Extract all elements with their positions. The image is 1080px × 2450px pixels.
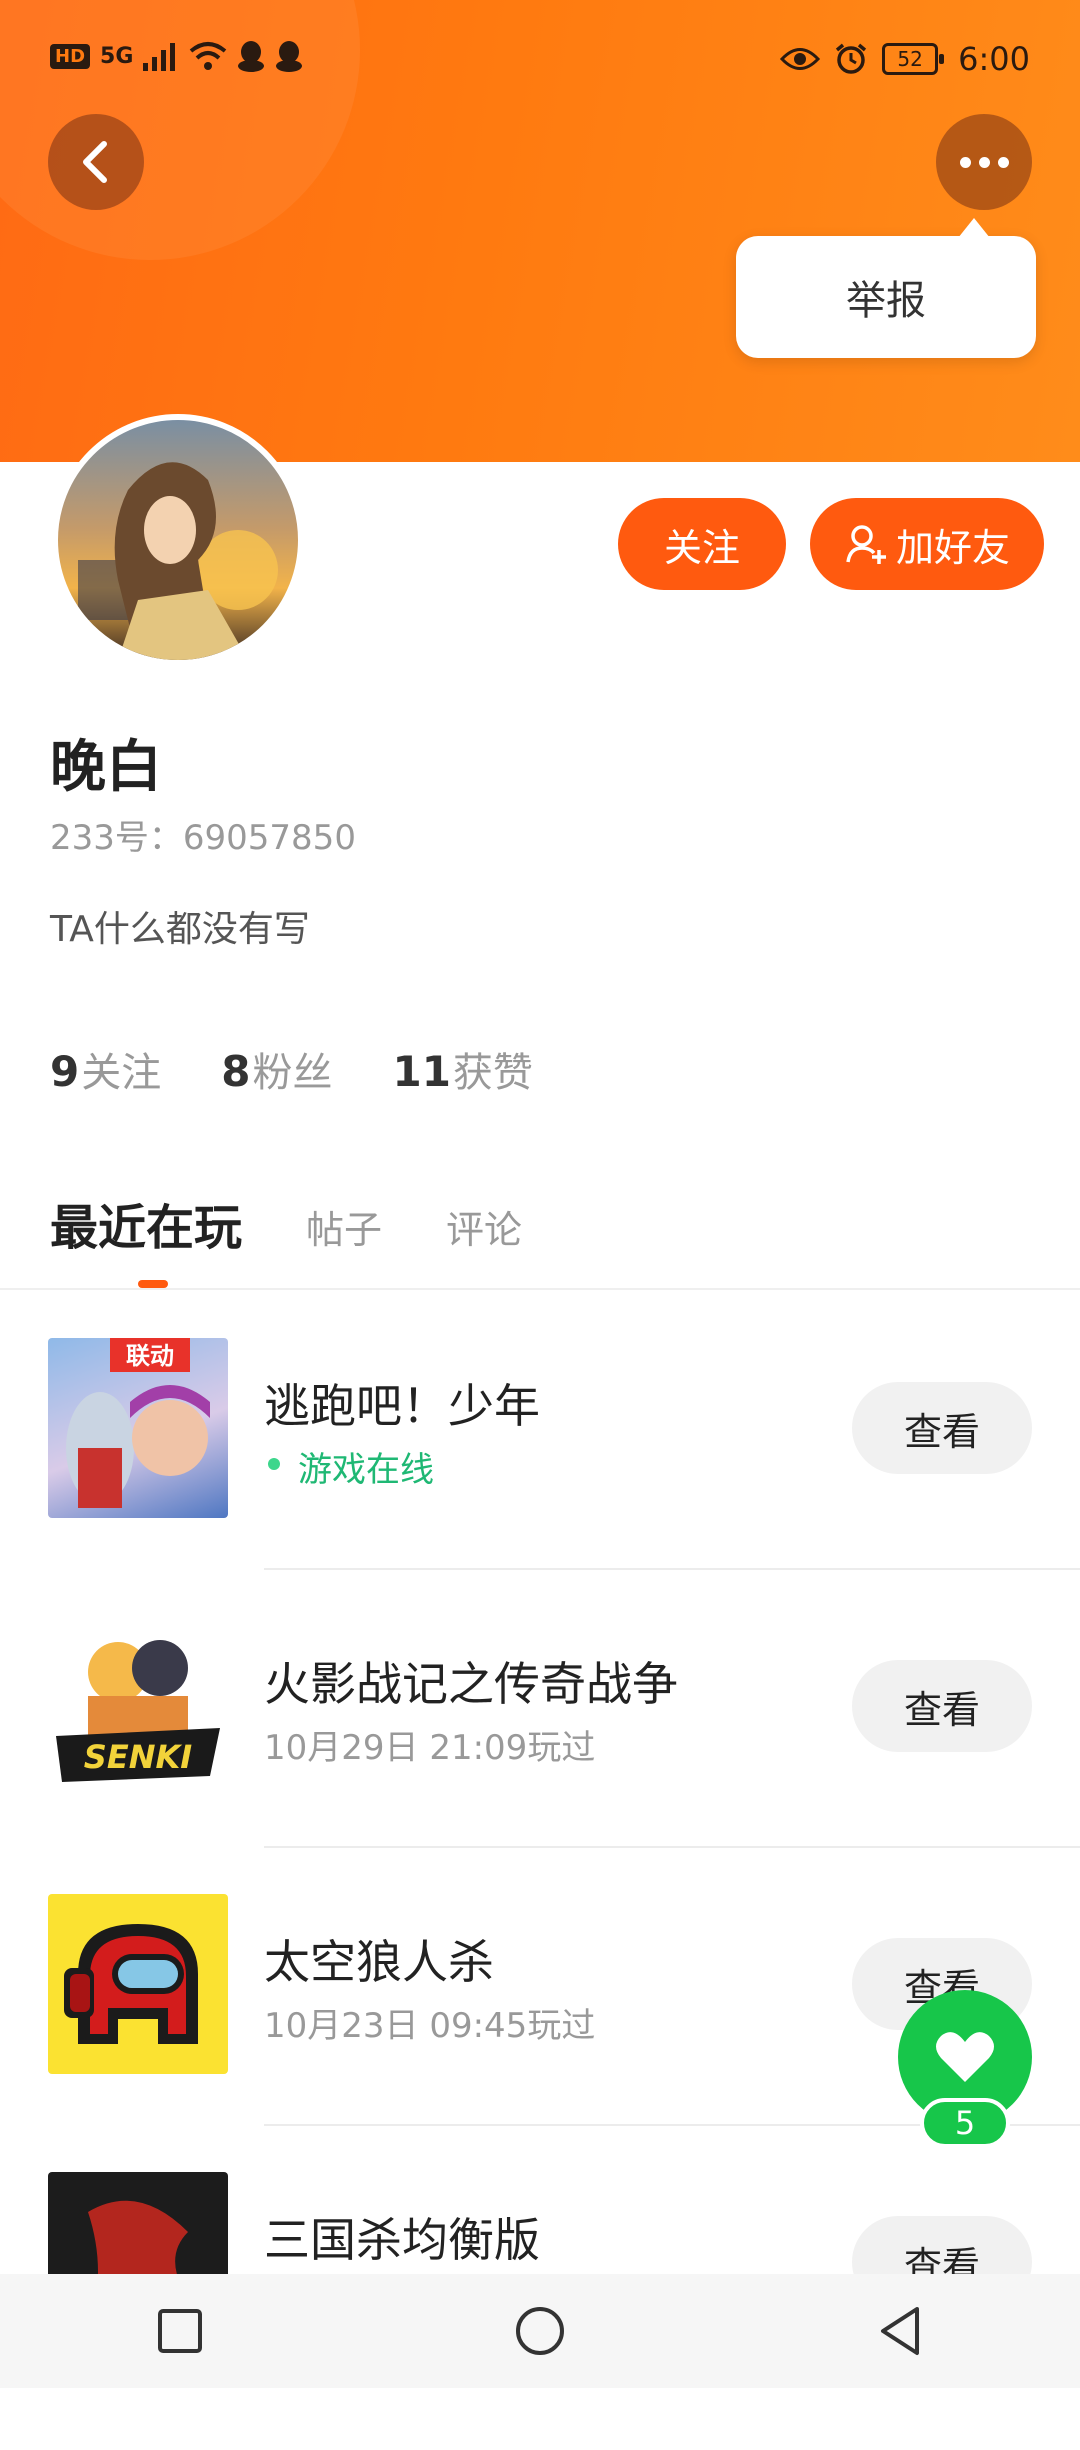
game-title: 三国杀均衡版	[264, 2213, 540, 2267]
game-icon: 联动	[48, 1338, 228, 1518]
status-bar: HD 5G 52 6:00	[0, 0, 1080, 120]
like-count-badge: 5	[920, 2098, 1010, 2148]
stats-row: 9关注 8粉丝 11获赞	[50, 1040, 533, 1098]
game-icon	[48, 1894, 228, 2074]
game-icon: SENKI	[48, 1616, 228, 1796]
hd-icon: HD	[50, 43, 91, 69]
system-nav-bar	[0, 2274, 1080, 2388]
divider	[0, 1288, 1080, 1290]
clock: 6:00	[958, 40, 1030, 78]
back-button[interactable]	[48, 114, 144, 210]
stat-following[interactable]: 9关注	[50, 1040, 161, 1098]
battery-icon: 52	[882, 43, 945, 75]
game-badge: SENKI	[84, 1738, 192, 1776]
more-button[interactable]	[936, 114, 1032, 210]
avatar-image	[78, 462, 278, 660]
divider	[264, 1846, 1080, 1848]
eye-icon	[780, 48, 821, 70]
game-title: 逃跑吧！少年	[264, 1379, 540, 1433]
chevron-left-icon	[83, 141, 107, 183]
game-status: 游戏在线	[264, 1442, 434, 1491]
more-dots-icon	[959, 156, 1009, 168]
tab-recent-played[interactable]: 最近在玩	[50, 1188, 242, 1258]
view-button[interactable]: 查看	[852, 1382, 1032, 1474]
alarm-icon	[836, 43, 867, 74]
signal-icon	[143, 43, 176, 71]
stat-likes[interactable]: 11获赞	[392, 1040, 532, 1098]
recent-apps-button[interactable]	[150, 2301, 210, 2361]
qq-icon	[276, 41, 303, 72]
add-friend-button[interactable]: 加好友	[810, 498, 1044, 590]
heart-icon	[936, 2032, 994, 2082]
tab-posts[interactable]: 帖子	[306, 1199, 382, 1258]
list-item[interactable]: 联动 逃跑吧！少年 游戏在线 查看	[0, 1338, 1080, 1616]
add-user-icon	[846, 525, 886, 564]
circle-icon	[516, 2307, 564, 2355]
triangle-back-icon	[881, 2307, 919, 2355]
game-title: 火影战记之传奇战争	[264, 1657, 678, 1711]
user-name: 晚白	[50, 735, 162, 800]
list-item[interactable]: SENKI 火影战记之传奇战争 10月29日 21:09玩过 查看	[0, 1616, 1080, 1894]
profile-tabs: 最近在玩 帖子 评论	[50, 1188, 522, 1258]
tab-comments[interactable]: 评论	[446, 1199, 522, 1258]
game-title: 太空狼人杀	[264, 1935, 494, 1989]
network-type: 5G	[100, 43, 134, 69]
avatar[interactable]	[52, 414, 304, 666]
user-bio: TA什么都没有写	[50, 909, 310, 950]
add-friend-label: 加好友	[895, 525, 1010, 570]
divider	[264, 1568, 1080, 1570]
back-nav-button[interactable]	[870, 2301, 930, 2361]
stat-fans[interactable]: 8粉丝	[221, 1040, 332, 1098]
game-last-played: 10月23日 09:45玩过	[264, 2006, 596, 2046]
user-id: 233号：69057850	[50, 818, 356, 858]
view-button[interactable]: 查看	[852, 1660, 1032, 1752]
game-badge: 联动	[126, 1342, 174, 1370]
home-button[interactable]	[510, 2301, 570, 2361]
tab-indicator	[138, 1280, 168, 1288]
game-last-played: 10月29日 21:09玩过	[264, 1728, 596, 1768]
square-icon	[158, 2309, 202, 2353]
wifi-icon	[190, 42, 227, 70]
qq-icon	[238, 41, 265, 72]
follow-button[interactable]: 关注	[618, 498, 786, 590]
report-menu-item[interactable]: 举报	[736, 218, 1036, 358]
